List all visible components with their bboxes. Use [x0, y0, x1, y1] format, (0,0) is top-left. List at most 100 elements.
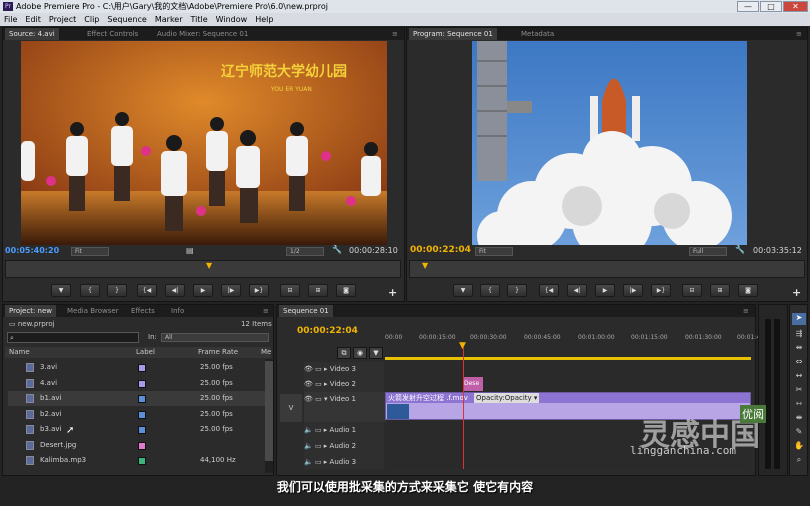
zoom-icon[interactable]: ⌕ [792, 455, 806, 465]
list-item[interactable]: b2.avi 25.00 fps [8, 407, 270, 422]
rolling-edit-icon[interactable]: ⇔ [792, 357, 806, 366]
rate-stretch-icon[interactable]: ↔ [792, 371, 806, 380]
menu-project[interactable]: Project [45, 13, 80, 26]
panel-menu-icon[interactable]: ≡ [259, 305, 273, 317]
list-item[interactable]: b3.avi 25.00 fps [8, 422, 270, 437]
step-forward-button[interactable]: |▶ [221, 284, 241, 297]
panel-menu-icon[interactable]: ≡ [739, 305, 753, 317]
tab-project[interactable]: Project: new [5, 305, 57, 317]
marker-button[interactable]: ▼ [453, 284, 473, 297]
film-strip-icon[interactable]: ▤ [186, 246, 194, 255]
source-timecode[interactable]: 00:05:40:20 [5, 246, 59, 255]
tab-effects[interactable]: Effects [127, 305, 159, 317]
extract-button[interactable]: ⊞ [710, 284, 730, 297]
mark-in-button[interactable]: { [480, 284, 500, 297]
pen-icon[interactable]: ✎ [792, 427, 806, 436]
marker-icon[interactable]: ◉ [353, 347, 367, 359]
lift-button[interactable]: ⊟ [682, 284, 702, 297]
tab-sequence[interactable]: Sequence 01 [279, 305, 333, 317]
panel-menu-icon[interactable]: ≡ [792, 28, 806, 40]
program-fit-dropdown[interactable]: Fit [475, 247, 513, 256]
mark-in-button[interactable]: { [80, 284, 100, 297]
add-marker-icon[interactable]: ▼ [369, 347, 383, 359]
menu-window[interactable]: Window [212, 13, 252, 26]
slide-icon[interactable]: ⇼ [792, 413, 806, 422]
source-scrub-bar[interactable] [5, 260, 401, 278]
menu-marker[interactable]: Marker [151, 13, 187, 26]
project-scrollbar[interactable] [265, 359, 273, 473]
in-filter-dropdown[interactable]: All [161, 333, 269, 342]
add-button-icon[interactable]: + [792, 286, 801, 299]
program-quality-dropdown[interactable]: Full [689, 247, 727, 256]
tab-effect-controls[interactable]: Effect Controls [83, 28, 142, 40]
list-item[interactable]: b1.avi 25.00 fps [8, 391, 270, 406]
maximize-button[interactable]: □ [760, 1, 782, 12]
mark-out-button[interactable]: } [507, 284, 527, 297]
program-timecode[interactable]: 00:00:22:04 [410, 245, 471, 255]
panel-menu-icon[interactable]: ≡ [388, 28, 402, 40]
eye-icon[interactable]: 👁 ▭ ▸ [304, 380, 330, 388]
hand-icon[interactable]: ✋ [792, 441, 806, 450]
step-back-button[interactable]: ◀| [567, 284, 587, 297]
step-forward-button[interactable]: |▶ [623, 284, 643, 297]
source-quality-dropdown[interactable]: 1/2 [286, 247, 324, 256]
list-item[interactable]: Kalimba.mp3 44,100 Hz [8, 453, 270, 468]
speaker-icon[interactable]: 🔈 ▭ ▸ [304, 442, 330, 450]
ripple-edit-icon[interactable]: ⇹ [792, 343, 806, 352]
goto-out-button[interactable]: ▶} [249, 284, 269, 297]
close-button[interactable]: ✕ [783, 1, 808, 12]
menu-edit[interactable]: Edit [21, 13, 45, 26]
selection-tool-icon[interactable]: ➤ [792, 313, 806, 325]
minimize-button[interactable]: — [737, 1, 759, 12]
menu-clip[interactable]: Clip [80, 13, 103, 26]
program-playhead-icon[interactable]: ▼ [422, 261, 428, 270]
sequence-timecode[interactable]: 00:00:22:04 [297, 326, 358, 336]
marker-button[interactable]: ▼ [51, 284, 71, 297]
tab-audio-mixer[interactable]: Audio Mixer: Sequence 01 [153, 28, 252, 40]
tab-program[interactable]: Program: Sequence 01 [409, 28, 497, 40]
menu-title[interactable]: Title [187, 13, 212, 26]
list-item[interactable]: 3.avi 25.00 fps [8, 360, 270, 375]
source-playhead-icon[interactable]: ▼ [206, 261, 212, 270]
menu-help[interactable]: Help [251, 13, 277, 26]
goto-in-button[interactable]: {◀ [539, 284, 559, 297]
export-frame-button[interactable]: ◙ [738, 284, 758, 297]
col-media[interactable]: Me [261, 347, 271, 358]
export-frame-button[interactable]: ◙ [336, 284, 356, 297]
track-select-icon[interactable]: ⇶ [792, 329, 806, 338]
col-label[interactable]: Label [136, 347, 155, 358]
source-fit-dropdown[interactable]: Fit [71, 247, 109, 256]
opacity-dropdown[interactable]: Opacity:Opacity ▾ [474, 393, 540, 403]
insert-button[interactable]: ⊟ [280, 284, 300, 297]
goto-out-button[interactable]: ▶} [651, 284, 671, 297]
col-frame-rate[interactable]: Frame Rate [198, 347, 238, 358]
play-button[interactable]: ▶ [193, 284, 213, 297]
wrench-icon[interactable]: 🔧 [735, 245, 745, 254]
add-button-icon[interactable]: + [388, 286, 397, 299]
goto-in-button[interactable]: {◀ [137, 284, 157, 297]
tab-media-browser[interactable]: Media Browser [63, 305, 123, 317]
wrench-icon[interactable]: 🔧 [332, 245, 342, 254]
eye-icon[interactable]: 👁 ▭ ▾ [304, 395, 330, 403]
overwrite-button[interactable]: ⊞ [308, 284, 328, 297]
work-area-bar[interactable] [385, 357, 751, 360]
list-item[interactable]: Desert.jpg [8, 438, 270, 453]
menu-file[interactable]: File [0, 13, 21, 26]
play-button[interactable]: ▶ [595, 284, 615, 297]
mark-out-button[interactable]: } [107, 284, 127, 297]
target-video-toggle[interactable]: V [280, 394, 302, 422]
menu-sequence[interactable]: Sequence [103, 13, 150, 26]
col-name[interactable]: Name [9, 347, 30, 358]
search-input[interactable]: ⌕ [7, 332, 139, 343]
tab-source[interactable]: Source: 4.avi [5, 28, 59, 40]
step-back-button[interactable]: ◀| [165, 284, 185, 297]
slip-icon[interactable]: ⇿ [792, 399, 806, 408]
list-item[interactable]: 4.avi 25.00 fps [8, 376, 270, 391]
program-scrub-bar[interactable] [409, 260, 805, 278]
tab-info[interactable]: Info [167, 305, 188, 317]
tab-metadata[interactable]: Metadata [517, 28, 558, 40]
clip-desert[interactable]: Dese [463, 377, 483, 391]
razor-icon[interactable]: ✂ [792, 385, 806, 394]
time-ruler[interactable]: 00:00 00:00:15:00 00:00:30:00 00:00:45:0… [385, 334, 774, 346]
snap-icon[interactable]: ⧉ [337, 347, 351, 359]
